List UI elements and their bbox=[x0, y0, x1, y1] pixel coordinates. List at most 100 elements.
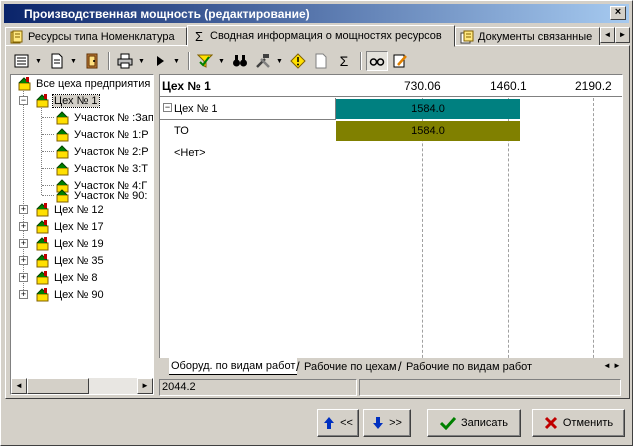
capacity-bar-to[interactable]: 1584.0 bbox=[336, 121, 520, 141]
tree-item-workshop-19[interactable]: Цех № 19 bbox=[35, 235, 105, 252]
tree-connector bbox=[42, 117, 54, 118]
tree-expand-toggle[interactable]: + bbox=[19, 222, 28, 231]
capacity-bar-workshop[interactable]: 1584.0 bbox=[336, 99, 520, 119]
warning-button[interactable] bbox=[287, 51, 309, 71]
tree-item-label: Участок № 3:Т bbox=[74, 162, 148, 175]
bottom-tab-prev[interactable]: ◄ bbox=[602, 359, 612, 373]
tree-expand-toggle[interactable]: + bbox=[19, 290, 28, 299]
workshop-tree[interactable]: Все цеха предприятия − Цех № 1 Участок №… bbox=[10, 74, 154, 395]
cancel-label: Отменить bbox=[562, 417, 614, 429]
bar-value-label: 1584.0 bbox=[411, 125, 445, 137]
preview-button[interactable] bbox=[366, 51, 388, 71]
workshop-icon bbox=[36, 270, 49, 284]
tree-expand-toggle[interactable]: + bbox=[19, 256, 28, 265]
tree-item-section[interactable]: Участок № 2:Р bbox=[55, 143, 150, 160]
tree-expand-toggle[interactable]: + bbox=[19, 239, 28, 248]
edit-button[interactable] bbox=[389, 51, 411, 71]
print-dropdown[interactable]: ▼ bbox=[137, 51, 146, 71]
toolbar-separator bbox=[188, 52, 190, 70]
tree-connector bbox=[42, 168, 54, 169]
tree-item-section[interactable]: Участок № 1:Р bbox=[55, 126, 150, 143]
bottom-tab-workers-workshops[interactable]: Рабочие по цехам bbox=[302, 358, 399, 375]
row-label-workshop[interactable]: − Цех № 1 bbox=[160, 98, 336, 120]
capacity-chart: Цех № 1 730.06 1460.1 2190.2 − Цех № 1 Т… bbox=[159, 74, 623, 377]
save-button[interactable]: Записать bbox=[427, 409, 521, 437]
tree-item-workshop-90[interactable]: Цех № 90 bbox=[35, 286, 105, 303]
scroll-right-arrow[interactable]: ► bbox=[137, 378, 153, 394]
checkmark-icon bbox=[439, 416, 456, 430]
bottom-tab-equipment[interactable]: Оборуд. по видам работ bbox=[169, 358, 298, 375]
row-label-text: Цех № 1 bbox=[174, 102, 218, 115]
play-dropdown[interactable]: ▼ bbox=[172, 51, 181, 71]
tree-item-workshop-17[interactable]: Цех № 17 bbox=[35, 218, 105, 235]
exit-button[interactable] bbox=[81, 51, 103, 71]
cancel-button[interactable]: Отменить bbox=[532, 409, 625, 437]
tab-scroll-right[interactable]: ► bbox=[615, 27, 630, 43]
tab-capacity-summary[interactable]: Σ Сводная информация о мощностях ресурсо… bbox=[187, 25, 455, 47]
view-list-button[interactable] bbox=[11, 51, 33, 71]
tab-scroll-left[interactable]: ◄ bbox=[600, 27, 615, 43]
play-button[interactable] bbox=[149, 51, 171, 71]
warning-icon bbox=[290, 53, 306, 69]
tree-item-workshop-12[interactable]: Цех № 12 bbox=[35, 201, 105, 218]
bottom-tab-workers-jobs[interactable]: Рабочие по видам работ bbox=[404, 358, 534, 375]
tab-divider: / bbox=[398, 359, 402, 374]
filter-dropdown[interactable]: ▼ bbox=[217, 51, 226, 71]
tab-documents[interactable]: Документы связанные bbox=[455, 27, 600, 46]
tree-item-workshop-8[interactable]: Цех № 8 bbox=[35, 269, 99, 286]
workshop-group-icon bbox=[18, 76, 31, 90]
row-collapse-toggle[interactable]: − bbox=[163, 103, 172, 112]
tree-horizontal-scrollbar[interactable]: ◄ ► bbox=[11, 378, 153, 394]
tree-item-label: Цех № 90 bbox=[54, 288, 104, 301]
row-label-to[interactable]: ТО bbox=[160, 120, 336, 142]
bar-value-label: 1584.0 bbox=[411, 103, 445, 115]
find-button[interactable] bbox=[229, 51, 251, 71]
axis-tick-label: 730.06 bbox=[404, 79, 441, 93]
print-button[interactable] bbox=[114, 51, 136, 71]
grid-line bbox=[593, 98, 594, 376]
chart-horizontal-scrollbar[interactable] bbox=[161, 348, 621, 356]
bottom-tab-next[interactable]: ► bbox=[612, 359, 622, 373]
binoculars-icon bbox=[233, 55, 247, 67]
tab-divider: / bbox=[296, 359, 300, 374]
arrow-down-icon bbox=[373, 417, 384, 429]
view-list-dropdown[interactable]: ▼ bbox=[34, 51, 43, 71]
chart-title: Цех № 1 bbox=[162, 79, 211, 93]
scroll-thumb[interactable] bbox=[27, 378, 89, 394]
sigma-icon: Σ bbox=[194, 29, 204, 44]
filter-icon bbox=[197, 54, 213, 68]
tools-dropdown[interactable]: ▼ bbox=[275, 51, 284, 71]
tools-button[interactable] bbox=[252, 51, 274, 71]
workshop-icon bbox=[36, 93, 49, 107]
save-label: Записать bbox=[460, 417, 508, 429]
document-icon bbox=[51, 53, 63, 69]
axis-tick-label: 1460.1 bbox=[490, 79, 527, 93]
tree-collapse-toggle[interactable]: − bbox=[19, 96, 28, 105]
tree-item-section[interactable]: Участок № 3:Т bbox=[55, 160, 149, 177]
glasses-icon bbox=[369, 58, 385, 66]
tree-item-workshop-1[interactable]: Цех № 1 bbox=[35, 92, 100, 109]
blank-page-button[interactable] bbox=[310, 51, 332, 71]
close-button[interactable]: × bbox=[610, 6, 626, 20]
tree-item-label: Цех № 17 bbox=[54, 220, 104, 233]
next-record-button[interactable]: >> bbox=[363, 409, 411, 437]
tree-item-section[interactable]: Участок № :Зап bbox=[55, 109, 153, 126]
document-dropdown[interactable]: ▼ bbox=[69, 51, 78, 71]
prev-record-button[interactable]: << bbox=[317, 409, 359, 437]
title-bar[interactable]: Производственная мощность (редактировани… bbox=[4, 4, 629, 23]
sum-button[interactable]: Σ bbox=[333, 51, 355, 71]
document-button[interactable] bbox=[46, 51, 68, 71]
tree-expand-toggle[interactable]: + bbox=[19, 273, 28, 282]
section-icon bbox=[56, 144, 69, 158]
tree-item-workshop-35[interactable]: Цех № 35 bbox=[35, 252, 105, 269]
filter-button[interactable] bbox=[194, 51, 216, 71]
tree-item-all-workshops[interactable]: Все цеха предприятия bbox=[17, 75, 151, 92]
tab-resources[interactable]: Ресурсы типа Номенклатура bbox=[5, 27, 187, 46]
scroll-left-arrow[interactable]: ◄ bbox=[11, 378, 27, 394]
tree-item-label: Цех № 12 bbox=[54, 203, 104, 216]
tree-expand-toggle[interactable]: + bbox=[19, 205, 28, 214]
tree-connector bbox=[42, 151, 54, 152]
row-labels: − Цех № 1 ТО <Нет> bbox=[160, 98, 336, 376]
prev-record-label: << bbox=[340, 417, 353, 429]
row-label-none[interactable]: <Нет> bbox=[160, 142, 336, 164]
